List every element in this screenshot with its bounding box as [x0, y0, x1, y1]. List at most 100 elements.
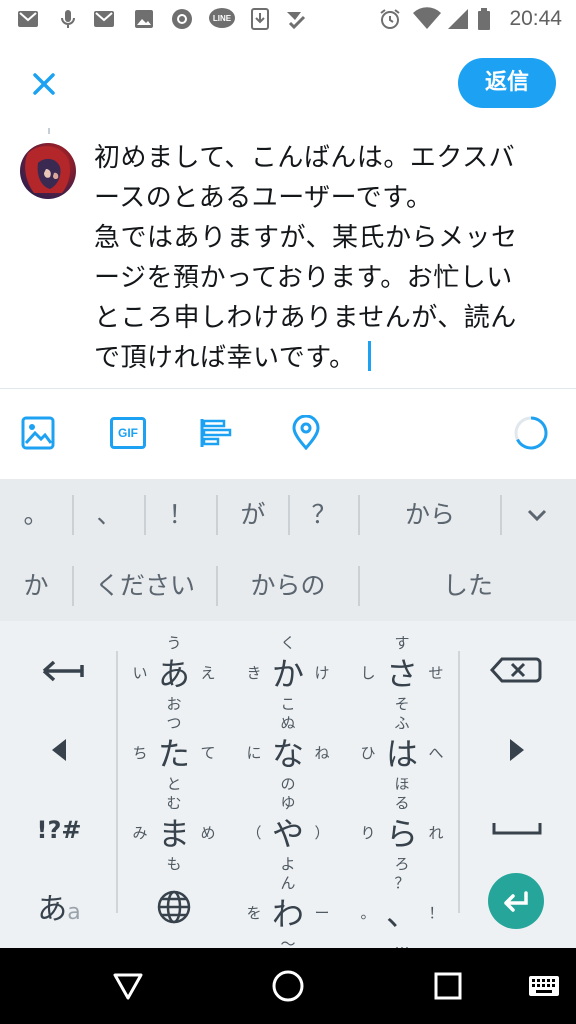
space-icon[interactable] — [472, 795, 562, 865]
flick-up: ぬ — [280, 714, 296, 732]
tweet-text-line: で頂ければ幸いです。 — [94, 343, 356, 373]
thread-line — [48, 128, 50, 134]
flick-down: と — [166, 775, 182, 793]
flick-down: の — [280, 775, 296, 793]
flick-right: れ — [428, 824, 444, 842]
recents-icon[interactable] — [430, 968, 466, 1004]
flick-up: ふ — [394, 714, 410, 732]
keyboard-switch-icon[interactable] — [526, 968, 562, 1004]
flick-down: こ — [280, 695, 296, 713]
flick-right: ！ — [428, 904, 444, 922]
flick-right: せ — [428, 664, 444, 682]
undo-arrow-icon[interactable] — [14, 635, 104, 705]
poll-icon[interactable] — [198, 415, 234, 451]
flick-up: ゆ — [280, 794, 296, 812]
flick-right: け — [314, 664, 330, 682]
flick-up: ん — [280, 874, 296, 892]
cursor-left-icon[interactable] — [14, 715, 104, 785]
back-icon[interactable] — [110, 968, 146, 1004]
suggestion-item[interactable]: ？ — [290, 479, 358, 550]
battery-icon — [478, 8, 490, 30]
avatar — [20, 143, 76, 199]
suggestion-item[interactable]: から — [360, 479, 500, 550]
suggestion-item[interactable]: ください — [74, 550, 216, 621]
line-icon: LINE — [209, 8, 235, 28]
image-icon — [135, 10, 153, 28]
input-mode-key[interactable]: あa — [14, 875, 104, 945]
key-punctuation[interactable]: ？。、！… — [352, 874, 452, 954]
flick-right: て — [200, 744, 216, 762]
suggestion-row: か ください からの した — [0, 550, 576, 621]
tweet-text-line: 初めまして、こんばんは。エクスバ — [94, 143, 516, 173]
flick-up: う — [166, 634, 182, 652]
symbols-key[interactable]: !?# — [14, 795, 104, 865]
gmail-icon — [18, 11, 38, 27]
suggestion-item[interactable]: が — [218, 479, 288, 550]
backspace-icon[interactable] — [472, 635, 562, 705]
flick-down: お — [166, 695, 182, 713]
mode-label-main: あ — [37, 892, 68, 927]
mic-icon — [61, 10, 75, 28]
enter-button[interactable] — [488, 873, 544, 929]
suggestion-item[interactable]: からの — [218, 550, 358, 621]
key-ha[interactable]: ふひはへほ — [352, 714, 452, 794]
key-sa[interactable]: すしさせそ — [352, 634, 452, 714]
flick-down: ほ — [394, 775, 410, 793]
chevron-down-icon[interactable] — [524, 503, 550, 527]
svg-text:LINE: LINE — [213, 14, 232, 23]
avatar-art — [25, 146, 70, 193]
flick-up: く — [280, 634, 296, 652]
navigation-bar — [0, 948, 576, 1024]
flick-right: め — [200, 824, 216, 842]
compose-area[interactable]: 初めまして、こんばんは。エクスバ ースのとあるユーザーです。 急ではありますが、… — [0, 128, 576, 388]
flick-right: え — [200, 664, 216, 682]
gif-icon[interactable]: GIF — [110, 417, 146, 449]
check-icon — [287, 12, 306, 30]
suggestion-item[interactable]: した — [360, 550, 576, 621]
clock: 20:44 — [509, 7, 562, 30]
image-icon[interactable] — [20, 415, 56, 451]
flick-up: つ — [166, 714, 182, 732]
suggestion-item[interactable]: 。 — [0, 479, 72, 550]
flick-right: へ — [428, 744, 444, 762]
suggestion-item[interactable]: ！ — [146, 479, 216, 550]
tweet-text[interactable]: 初めまして、こんばんは。エクスバ ースのとあるユーザーです。 急ではありますが、… — [94, 138, 562, 378]
close-icon[interactable] — [26, 66, 62, 102]
key-ya[interactable]: ゆ（や）よ — [238, 794, 338, 874]
flick-down: そ — [394, 695, 410, 713]
mode-label-sub: a — [67, 900, 81, 925]
flick-up: る — [394, 794, 410, 812]
divider — [116, 651, 118, 913]
compose-toolbar: GIF — [0, 389, 576, 479]
tweet-text-line: 急ではありますが、某氏からメッセ — [94, 223, 518, 253]
suggestion-row: 。 、 ！ が ？ から — [0, 479, 576, 550]
key-ra[interactable]: るりられろ — [352, 794, 452, 874]
cursor-right-icon[interactable] — [472, 715, 562, 785]
suggestion-item[interactable]: 、 — [74, 479, 144, 550]
tweet-text-line: ージを預かっております。お忙しい — [94, 263, 513, 293]
home-icon[interactable] — [270, 968, 306, 1004]
key-ma[interactable]: むみまめも — [124, 794, 224, 874]
location-icon[interactable] — [288, 415, 324, 451]
signal-icon — [448, 9, 468, 29]
divider — [500, 495, 502, 535]
flick-up: す — [394, 634, 410, 652]
suggestion-item[interactable]: か — [0, 550, 72, 621]
flick-right: ね — [314, 744, 330, 762]
globe-icon[interactable] — [124, 874, 224, 954]
flick-up: む — [166, 794, 182, 812]
divider — [458, 651, 460, 913]
key-ka[interactable]: くきかけこ — [238, 634, 338, 714]
key-ta[interactable]: つちたてと — [124, 714, 224, 794]
tweet-text-last-line: で頂ければ幸いです。 — [94, 338, 562, 378]
key-na[interactable]: ぬになねの — [238, 714, 338, 794]
flick-up: ？ — [394, 874, 410, 892]
flick-keyboard: !?# あa ういあえお くきかけこ すしさせそ つちたてと ぬになねの ふひは… — [0, 621, 576, 953]
key-wa[interactable]: んをわー〜 — [238, 874, 338, 954]
flick-right: ） — [314, 824, 330, 842]
text-cursor — [367, 341, 371, 371]
reply-button[interactable]: 返信 — [458, 58, 556, 108]
flick-down: ろ — [394, 855, 410, 873]
key-a[interactable]: ういあえお — [124, 634, 224, 714]
enter-icon — [504, 891, 528, 912]
